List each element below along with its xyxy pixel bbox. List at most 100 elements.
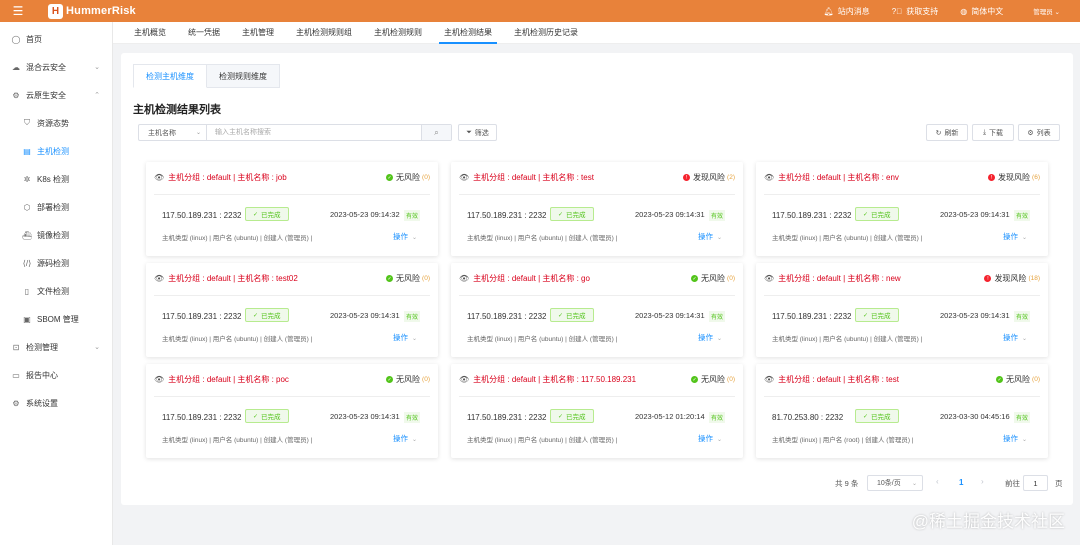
alert-icon: ! <box>984 275 992 282</box>
risk-label: 发现风险 <box>998 173 1031 182</box>
sidebar-item-host-detection[interactable]: ▤ 主机检测 <box>0 137 112 165</box>
operation-menu[interactable]: 操作 ⌄ <box>393 433 417 444</box>
risk-count: (0) <box>422 174 430 181</box>
card-title: 主机分组 : default | 主机名称 : test <box>778 374 899 384</box>
bell-icon: 🔔︎ <box>823 6 834 16</box>
status-label: 已完成 <box>261 212 281 219</box>
check-circle-icon: ✓ <box>691 376 699 383</box>
page-size-select[interactable]: 10条/页 ⌄ <box>867 475 923 491</box>
refresh-label: 刷新 <box>944 129 959 137</box>
eye-icon: 👁︎ <box>764 273 775 283</box>
check-circle-icon: ✓ <box>386 174 394 181</box>
hamburger-icon[interactable]: ☰ <box>0 4 36 18</box>
search-input[interactable] <box>207 125 421 140</box>
operation-menu[interactable]: 操作 ⌄ <box>698 332 722 343</box>
tab-history[interactable]: 主机检测历史记录 <box>503 22 589 44</box>
language-link[interactable]: ◍ 简体中文 <box>960 6 1003 17</box>
columns-button[interactable]: ⚙︎ 列表 <box>1018 124 1060 141</box>
tab-results[interactable]: 主机检测结果 <box>433 22 503 44</box>
host-result-card[interactable]: 👁︎ 主机分组 : default | 主机名称 : job ✓ 无风险 (0) 117.… <box>146 162 438 256</box>
host-result-card[interactable]: 👁︎ 主机分组 : default | 主机名称 : new! 发现风险 (18) 11… <box>756 263 1048 357</box>
sidebar-item-file[interactable]: ▯ 文件检测 <box>0 277 112 305</box>
sidebar-item-home[interactable]: ◯ 首页 <box>0 25 112 53</box>
operation-menu[interactable]: 操作 ⌄ <box>1003 231 1027 242</box>
sidebar-item-image[interactable]: ⛴︎ 镜像检测 <box>0 221 112 249</box>
tab-host-management[interactable]: 主机管理 <box>231 22 285 44</box>
timestamp: 2023-05-23 09:14:31 <box>940 311 1010 320</box>
risk-count: (18) <box>1028 275 1040 282</box>
status-badge: ✓ 已完成 <box>855 308 899 322</box>
sidebar-item-system-settings[interactable]: ⚙︎ 系统设置 <box>0 389 112 417</box>
operation-menu[interactable]: 操作 ⌄ <box>1003 332 1027 343</box>
sidebar-item-resource-posture[interactable]: ⛉ 资源态势 <box>0 109 112 137</box>
card-divider <box>764 194 1040 195</box>
risk-indicator: ! 发现风险 (2) <box>683 172 735 183</box>
operation-menu[interactable]: 操作 ⌄ <box>393 332 417 343</box>
host-meta: 主机类型 (linux) | 用户名 (ubuntu) | 创建人 (管理员) … <box>162 235 313 242</box>
tab-rules[interactable]: 主机检测规则 <box>363 22 433 44</box>
sidebar-item-cloud-native[interactable]: ⚙︎ 云原生安全 ⌃ <box>0 81 112 109</box>
operation-menu[interactable]: 操作 ⌄ <box>698 433 722 444</box>
host-result-card[interactable]: 👁︎ 主机分组 : default | 主机名称 : test02 ✓ 无风险 (0) 1… <box>146 263 438 357</box>
sidebar-item-label: 资源态势 <box>37 118 69 128</box>
sidebar-item-source-code[interactable]: ⟨/⟩ 源码检测 <box>0 249 112 277</box>
operation-label: 操作 <box>393 434 408 443</box>
host-result-card[interactable]: 👁︎ 主机分组 : default | 主机名称 : test ✓ 无风险 (0) 81.… <box>756 364 1048 458</box>
operation-label: 操作 <box>1003 333 1018 342</box>
host-address: 81.70.253.80 : 2232 <box>772 413 844 422</box>
risk-count: (6) <box>1032 174 1040 181</box>
host-result-card[interactable]: 👁︎ 主机分组 : default | 主机名称 : test! 发现风险 (2) 11… <box>451 162 743 256</box>
status-badge: ✓ 已完成 <box>550 409 594 423</box>
page-number-current[interactable]: 1 <box>959 478 963 487</box>
search-icon[interactable]: ⌕ <box>421 125 451 140</box>
sidebar-item-k8s[interactable]: ✲ K8s 检测 <box>0 165 112 193</box>
logo[interactable]: H HummerRisk <box>48 3 136 19</box>
page-unit-label: 页 <box>1055 479 1063 488</box>
tab-host-overview[interactable]: 主机概览 <box>123 22 177 44</box>
tab-rule-dimension[interactable]: 检测规则维度 <box>207 64 280 88</box>
risk-count: (0) <box>727 376 735 383</box>
valid-badge: 有效 <box>404 210 421 221</box>
refresh-button[interactable]: ↻ 刷新 <box>926 124 968 141</box>
sidebar-item-deploy[interactable]: ⬡ 部署检测 <box>0 193 112 221</box>
card-header: 👁︎ 主机分组 : default | 主机名称 : test ✓ 无风险 (0) <box>764 374 1040 385</box>
chevron-down-icon: ⌄ <box>1022 336 1028 342</box>
host-meta: 主机类型 (linux) | 用户名 (ubuntu) | 创建人 (管理员) … <box>467 336 618 343</box>
risk-label: 无风险 <box>396 173 421 182</box>
tab-host-dimension[interactable]: 检测主机维度 <box>133 64 207 88</box>
chevron-down-icon: ⌄ <box>412 437 418 443</box>
check-icon: ✓ <box>558 312 564 319</box>
tab-credentials[interactable]: 统一凭据 <box>177 22 231 44</box>
operation-label: 操作 <box>1003 232 1018 241</box>
sidebar-item-hybrid-cloud[interactable]: ☁︎ 混合云安全 ⌄ <box>0 53 112 81</box>
host-result-card[interactable]: 👁︎ 主机分组 : default | 主机名称 : 117.50.189.231… <box>451 364 743 458</box>
host-result-card[interactable]: 👁︎ 主机分组 : default | 主机名称 : poc ✓ 无风险 (0) 117.… <box>146 364 438 458</box>
support-link[interactable]: ?⃝ 获取支持 <box>892 6 938 17</box>
search-field-select[interactable]: 主机名称 ⌄ <box>139 125 207 140</box>
check-icon: ✓ <box>253 413 259 420</box>
card-divider <box>764 396 1040 397</box>
card-header: 👁︎ 主机分组 : default | 主机名称 : new! 发现风险 (18) <box>764 273 1040 284</box>
host-result-card[interactable]: 👁︎ 主机分组 : default | 主机名称 : env! 发现风险 (6) 117… <box>756 162 1048 256</box>
operation-menu[interactable]: 操作 ⌄ <box>698 231 722 242</box>
timestamp: 2023-05-23 09:14:31 <box>330 311 400 320</box>
operation-menu[interactable]: 操作 ⌄ <box>393 231 417 242</box>
sidebar-item-sbom[interactable]: ▣ SBOM 管理 <box>0 305 112 333</box>
messages-link[interactable]: 🔔︎ 站内消息 <box>824 6 870 17</box>
download-button[interactable]: ⤓ 下载 <box>972 124 1014 141</box>
module-nav-tabs: 主机概览 统一凭据 主机管理 主机检测规则组 主机检测规则 主机检测结果 主机检… <box>113 22 1080 44</box>
user-menu[interactable]: 管理员 ⌄ <box>1033 6 1060 16</box>
goto-page-input[interactable] <box>1023 475 1048 491</box>
prev-page-icon[interactable]: ‹ <box>936 477 939 486</box>
host-meta: 主机类型 (linux) | 用户名 (ubuntu) | 创建人 (管理员) … <box>162 336 313 343</box>
host-result-card[interactable]: 👁︎ 主机分组 : default | 主机名称 : go ✓ 无风险 (0) 117.5… <box>451 263 743 357</box>
card-divider <box>154 396 430 397</box>
sidebar-item-detection-management[interactable]: ⊡ 检测管理 ⌄ <box>0 333 112 361</box>
tab-rule-groups[interactable]: 主机检测规则组 <box>285 22 363 44</box>
filter-button[interactable]: ⏷ 筛选 <box>458 124 497 141</box>
next-page-icon[interactable]: › <box>981 477 984 486</box>
pagination-total: 共 9 条 <box>835 479 859 488</box>
support-label: 获取支持 <box>906 6 939 16</box>
sidebar-item-report-center[interactable]: ▭ 报告中心 <box>0 361 112 389</box>
operation-menu[interactable]: 操作 ⌄ <box>1003 433 1027 444</box>
